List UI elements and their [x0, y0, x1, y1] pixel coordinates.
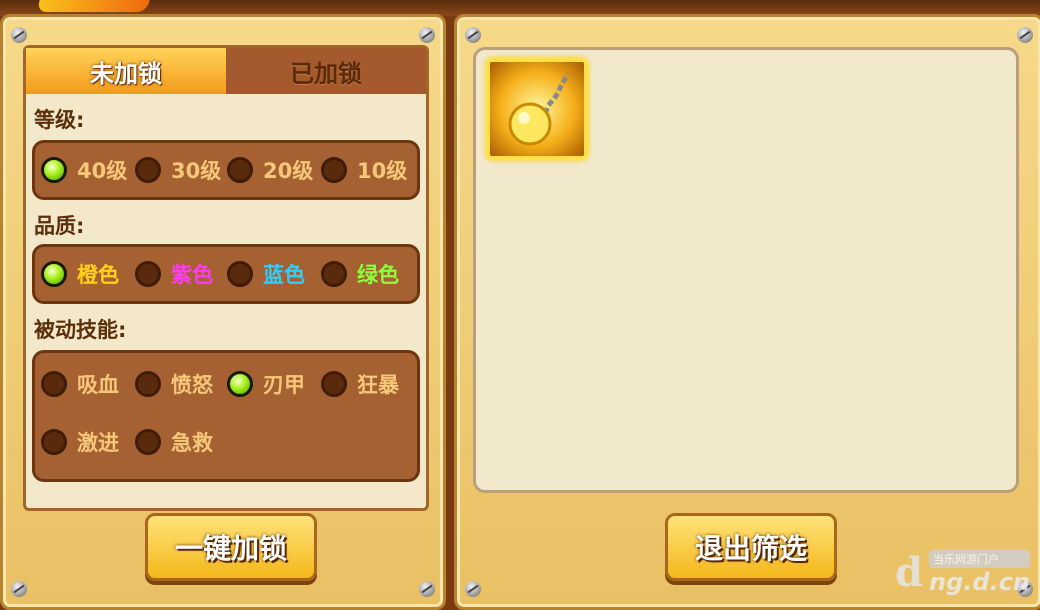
- screw-icon: [465, 27, 481, 43]
- item-grid: [473, 47, 1019, 493]
- screw-icon: [419, 581, 435, 597]
- radio-icon[interactable]: [227, 261, 253, 287]
- option-label: 橙色: [77, 263, 119, 287]
- radio-icon[interactable]: [135, 157, 161, 183]
- radio-icon[interactable]: [321, 157, 347, 183]
- option-label: 40级: [77, 159, 128, 183]
- passive-option-firstaid[interactable]: 急救: [135, 427, 213, 457]
- option-label: 30级: [171, 159, 222, 183]
- option-label: 10级: [357, 159, 408, 183]
- passive-title: 被动技能:: [34, 318, 127, 342]
- option-label: 紫色: [171, 263, 213, 287]
- radio-icon[interactable]: [135, 261, 161, 287]
- level-option-40[interactable]: 40级: [41, 155, 127, 185]
- option-label: 狂暴: [357, 373, 399, 397]
- radio-icon[interactable]: [41, 429, 67, 455]
- quality-option-orange[interactable]: 橙色: [41, 259, 119, 289]
- watermark-site: 当乐网游门户: [929, 550, 1030, 568]
- tab-unlocked[interactable]: 未加锁: [26, 48, 226, 94]
- d-logo-icon: d: [895, 549, 923, 596]
- lock-tabs: 未加锁 已加锁: [26, 48, 426, 94]
- screw-icon: [11, 27, 27, 43]
- screw-icon: [1017, 27, 1033, 43]
- option-label: 20级: [263, 159, 314, 183]
- title-logo-fragment: [36, 0, 154, 12]
- passive-options: 吸血 愤怒 刃甲 狂暴 激进 急救: [32, 350, 420, 482]
- radio-icon[interactable]: [227, 371, 253, 397]
- option-label: 急救: [171, 431, 213, 455]
- passive-option-bladearmor[interactable]: 刃甲: [227, 369, 305, 399]
- filter-panel: 未加锁 已加锁 等级: 40级 30级 20级 10级 品质: 橙色 紫色 蓝色…: [0, 14, 446, 610]
- quality-option-blue[interactable]: 蓝色: [227, 259, 305, 289]
- radio-icon[interactable]: [135, 429, 161, 455]
- radio-icon[interactable]: [227, 157, 253, 183]
- option-label: 蓝色: [263, 263, 305, 287]
- option-label: 刃甲: [263, 373, 305, 397]
- passive-option-aggressive[interactable]: 激进: [41, 427, 119, 457]
- radio-icon[interactable]: [41, 261, 67, 287]
- passive-option-berserk[interactable]: 狂暴: [321, 369, 399, 399]
- option-label: 吸血: [77, 373, 119, 397]
- one-click-lock-button[interactable]: 一键加锁: [145, 513, 317, 581]
- screw-icon: [11, 581, 27, 597]
- radio-icon[interactable]: [321, 371, 347, 397]
- watermark-url: ng.d.cn: [929, 568, 1030, 596]
- radio-icon[interactable]: [41, 371, 67, 397]
- level-option-20[interactable]: 20级: [227, 155, 313, 185]
- passive-option-rage[interactable]: 愤怒: [135, 369, 213, 399]
- level-options: 40级 30级 20级 10级: [32, 140, 420, 200]
- quality-title: 品质:: [34, 214, 85, 238]
- passive-option-lifesteal[interactable]: 吸血: [41, 369, 119, 399]
- radio-icon[interactable]: [321, 261, 347, 287]
- radio-icon[interactable]: [41, 157, 67, 183]
- quality-option-green[interactable]: 绿色: [321, 259, 399, 289]
- option-label: 愤怒: [171, 373, 213, 397]
- screw-icon: [419, 27, 435, 43]
- radio-icon[interactable]: [135, 371, 161, 397]
- quality-option-purple[interactable]: 紫色: [135, 259, 213, 289]
- item-panel: 退出筛选: [454, 14, 1040, 610]
- exit-filter-button[interactable]: 退出筛选: [665, 513, 837, 581]
- screw-icon: [465, 581, 481, 597]
- level-option-10[interactable]: 10级: [321, 155, 407, 185]
- level-option-30[interactable]: 30级: [135, 155, 221, 185]
- option-label: 绿色: [357, 263, 399, 287]
- tab-locked[interactable]: 已加锁: [226, 48, 426, 94]
- ball-and-chain-icon: [508, 72, 571, 146]
- filter-box: 未加锁 已加锁 等级: 40级 30级 20级 10级 品质: 橙色 紫色 蓝色…: [23, 45, 429, 511]
- watermark: d 当乐网游门户 ng.d.cn: [895, 549, 1030, 596]
- item-slot[interactable]: [486, 58, 588, 160]
- quality-options: 橙色 紫色 蓝色 绿色: [32, 244, 420, 304]
- level-title: 等级:: [34, 108, 85, 132]
- option-label: 激进: [77, 431, 119, 455]
